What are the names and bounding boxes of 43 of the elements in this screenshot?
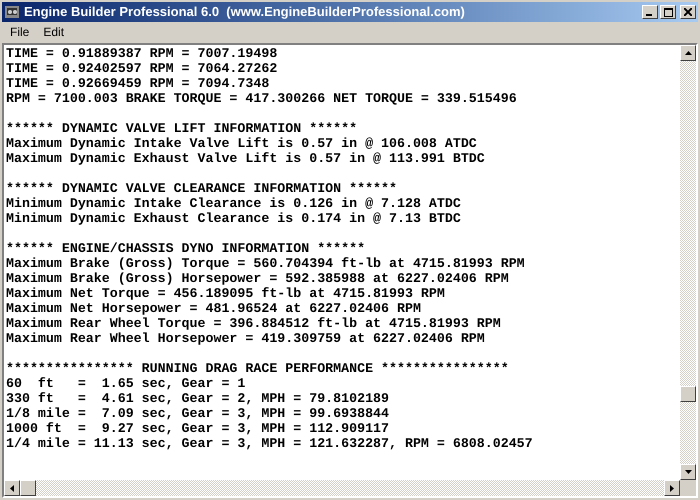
scroll-down-button[interactable] [680,464,696,480]
menu-item[interactable]: Edit [37,23,70,41]
window-title: Engine Builder Professional 6.0 (www.EngineBuilderProfessional.com) [24,3,466,22]
left-arrow-icon [10,484,14,492]
output-line: Minimum Dynamic Intake Clearance is 0.126 in @ 7.128 ATDC [6,196,461,211]
output-line: **************** RUNNING DRAG RACE PERFORMANCE **************** [6,361,509,376]
maximize-button[interactable] [660,5,676,19]
output-line: RPM = 7100.003 BRAKE TORQUE = 417.300266 NET TORQUE = 339.515496 [6,91,517,106]
output-line: Maximum Rear Wheel Horsepower = 419.309759 at 6227.02406 RPM [6,331,485,346]
output-line: 1000 ft = 9.27 sec, Gear = 3, MPH = 112.909117 [6,421,390,436]
output-line: Maximum Brake (Gross) Horsepower = 592.385988 at 6227.02406 RPM [6,271,509,286]
output-line: Maximum Brake (Gross) Torque = 560.704394 ft-lb at 4715.81993 RPM [6,256,525,271]
minimize-button[interactable] [642,5,658,19]
scroll-right-button[interactable] [664,480,680,496]
up-arrow-icon [684,51,692,55]
scroll-thumb[interactable] [680,386,696,402]
scroll-thumb[interactable] [20,480,36,496]
close-icon [684,8,692,16]
output-line: ****** ENGINE/CHASSIS DYNO INFORMATION ****** [6,241,366,256]
right-arrow-icon [670,484,674,492]
vertical-scrollbar[interactable] [680,45,696,480]
output-line: 1/8 mile = 7.09 sec, Gear = 3, MPH = 99.6938844 [6,406,390,421]
output-line: TIME = 0.92402597 RPM = 7064.27262 [6,61,278,76]
output-line: Maximum Net Horsepower = 481.96524 at 6227.02406 RPM [6,301,421,316]
horizontal-scrollbar[interactable] [4,480,680,496]
output-line: ****** DYNAMIC VALVE CLEARANCE INFORMATION ****** [6,181,397,196]
down-arrow-icon [684,470,692,474]
scroll-left-button[interactable] [4,480,20,496]
output-line: TIME = 0.92669459 RPM = 7094.7348 [6,76,270,91]
output-line: 1/4 mile = 11.13 sec, Gear = 3, MPH = 121.632287, RPM = 6808.02457 [6,436,533,451]
menu-item[interactable]: File [4,23,36,41]
scroll-up-button[interactable] [680,45,696,61]
maximize-icon [664,8,672,16]
output-line: Maximum Dynamic Exhaust Valve Lift is 0.57 in @ 113.991 BTDC [6,151,485,166]
output-line: 60 ft = 1.65 sec, Gear = 1 [6,376,246,391]
output-line: Maximum Net Torque = 456.189095 ft-lb at 4715.81993 RPM [6,286,445,301]
output-line: Maximum Dynamic Intake Valve Lift is 0.57 in @ 106.008 ATDC [6,136,477,151]
output-line: 330 ft = 4.61 sec, Gear = 2, MPH = 79.8102189 [6,391,390,406]
output-line: Minimum Dynamic Exhaust Clearance is 0.174 in @ 7.13 BTDC [6,211,461,226]
output-line: ****** DYNAMIC VALVE LIFT INFORMATION ****** [6,121,358,136]
output-line: Maximum Rear Wheel Torque = 396.884512 ft-lb at 4715.81993 RPM [6,316,501,331]
output-line: TIME = 0.91889387 RPM = 7007.19498 [6,46,278,61]
close-button[interactable] [680,5,696,19]
